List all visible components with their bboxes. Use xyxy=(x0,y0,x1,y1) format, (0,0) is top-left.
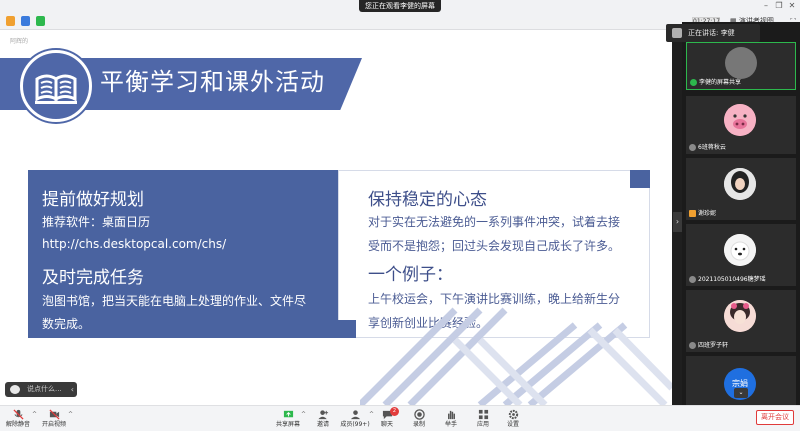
avatar xyxy=(724,104,756,136)
chevron-up-icon[interactable]: ^ xyxy=(68,411,73,418)
participant-tile[interactable]: 2021105010496糖梦瑶 xyxy=(686,224,796,286)
avatar xyxy=(724,234,756,266)
chevron-left-icon[interactable]: ‹ xyxy=(71,382,74,397)
person-avatar-icon xyxy=(724,168,756,200)
left-heading-tasks: 及时完成任务 xyxy=(42,268,144,288)
speaking-indicator: 正在讲话: 李健 xyxy=(666,24,760,42)
corner-accent-top xyxy=(630,170,650,188)
share-screen-icon xyxy=(283,410,293,418)
participant-label: 李健的屏幕共享 xyxy=(689,78,741,87)
security-shield-icon[interactable] xyxy=(21,16,30,26)
add-user-icon xyxy=(317,410,328,420)
shared-slide: 阿辉的 平衡学习和课外活动 提前做好规划 推荐软件：桌面日历 http://ch… xyxy=(0,30,672,405)
right-heading-mindset: 保持稳定的心态 xyxy=(368,190,487,210)
maximize-icon[interactable]: ❐ xyxy=(773,1,785,10)
right-line-growth: 受而不是抱怨；回过头会发现自己成长了许多。 xyxy=(368,239,621,253)
puppy-avatar-icon xyxy=(724,234,756,266)
chevron-up-icon[interactable]: ^ xyxy=(32,411,37,418)
avatar xyxy=(725,47,757,79)
participant-tile[interactable]: 6班蒋秋云 xyxy=(686,96,796,154)
gear-icon xyxy=(508,409,518,420)
slide-title: 平衡学习和课外活动 xyxy=(100,68,325,96)
network-signal-icon[interactable] xyxy=(36,16,45,26)
participant-tile[interactable]: 谢珍妮 xyxy=(686,158,796,220)
right-heading-example: 一个例子： xyxy=(368,265,453,285)
participant-tile[interactable]: 宗娟 xyxy=(686,356,796,406)
leave-meeting-button[interactable]: 离开会议 xyxy=(756,410,794,425)
participants-icon xyxy=(350,410,360,420)
apps-grid-icon xyxy=(478,409,488,420)
meeting-info-icon[interactable] xyxy=(6,16,15,26)
left-line-url: http://chs.desktopcal.com/chs/ xyxy=(42,237,227,251)
close-icon[interactable]: ✕ xyxy=(786,1,798,10)
participant-label: 四班罗子轩 xyxy=(688,341,728,350)
avatar xyxy=(724,168,756,200)
open-book-icon xyxy=(35,74,77,104)
chat-button[interactable]: 聊天 2 xyxy=(372,407,402,431)
record-button[interactable]: 录制 xyxy=(404,407,434,431)
scroll-down-button[interactable]: ⌄ xyxy=(734,388,748,398)
caption-placeholder: 说点什么... xyxy=(27,385,62,393)
sidebar-collapse-handle[interactable]: › xyxy=(673,212,682,232)
raise-hand-button[interactable]: 举手 xyxy=(436,407,466,431)
left-heading-plan: 提前做好规划 xyxy=(42,190,144,210)
left-line-finish: 数完成。 xyxy=(42,317,91,331)
corner-accent-bottom xyxy=(338,320,356,338)
speaker-thumb-icon xyxy=(672,28,682,38)
participant-tile-screen-share[interactable]: 李健的屏幕共享 xyxy=(686,42,796,90)
participant-label: 2021105010496糖梦瑶 xyxy=(688,275,766,284)
participant-tile[interactable]: 四班罗子轩 xyxy=(686,290,796,352)
book-emblem xyxy=(20,50,92,122)
girl-avatar-icon xyxy=(724,300,756,332)
avatar xyxy=(724,300,756,332)
meeting-window: 您正在观看李健的屏幕 01:27:17 ▦ 演讲者视图 – ❐ ✕ ⛶ 阿辉的 … xyxy=(0,0,800,431)
bottom-toolbar: 解除静音 ^ 开启视频 ^ 共享屏幕 ^ 邀请 成员(99+) ^ 聊天 2 录… xyxy=(0,405,800,431)
microphone-muted-icon xyxy=(12,409,24,420)
screen-share-banner: 您正在观看李健的屏幕 xyxy=(359,0,441,12)
start-video-button[interactable]: 开启视频 xyxy=(39,407,69,431)
chevron-up-icon[interactable]: ^ xyxy=(301,411,306,418)
chat-unread-badge: 2 xyxy=(390,407,399,416)
minimize-icon[interactable]: – xyxy=(760,1,772,10)
slide-corner-tag: 阿辉的 xyxy=(10,38,29,45)
camera-off-icon xyxy=(48,409,60,420)
participants-button[interactable]: 成员(99+) xyxy=(338,407,372,431)
left-line-software: 推荐软件：桌面日历 xyxy=(42,215,151,229)
pig-avatar-icon xyxy=(724,104,756,136)
caption-input-bar[interactable]: 说点什么... ‹ xyxy=(5,382,77,397)
record-icon xyxy=(413,409,425,420)
settings-button[interactable]: 设置 xyxy=(498,407,528,431)
invite-button[interactable]: 邀请 xyxy=(308,407,338,431)
participant-label: 6班蒋秋云 xyxy=(688,143,726,152)
share-screen-button[interactable]: 共享屏幕 xyxy=(273,407,303,431)
left-line-library: 泡图书馆，把当天能在电脑上处理的作业、文件尽 xyxy=(42,294,307,308)
raise-hand-icon xyxy=(447,410,455,420)
right-line-conflict: 对于实在无法避免的一系列事件冲突，试着去接 xyxy=(368,215,621,229)
diagonal-pattern-decoration xyxy=(360,307,672,405)
apps-button[interactable]: 应用 xyxy=(468,407,498,431)
participant-label: 谢珍妮 xyxy=(688,209,716,218)
unmute-button[interactable]: 解除静音 xyxy=(3,407,33,431)
caption-avatar-icon xyxy=(10,385,20,394)
